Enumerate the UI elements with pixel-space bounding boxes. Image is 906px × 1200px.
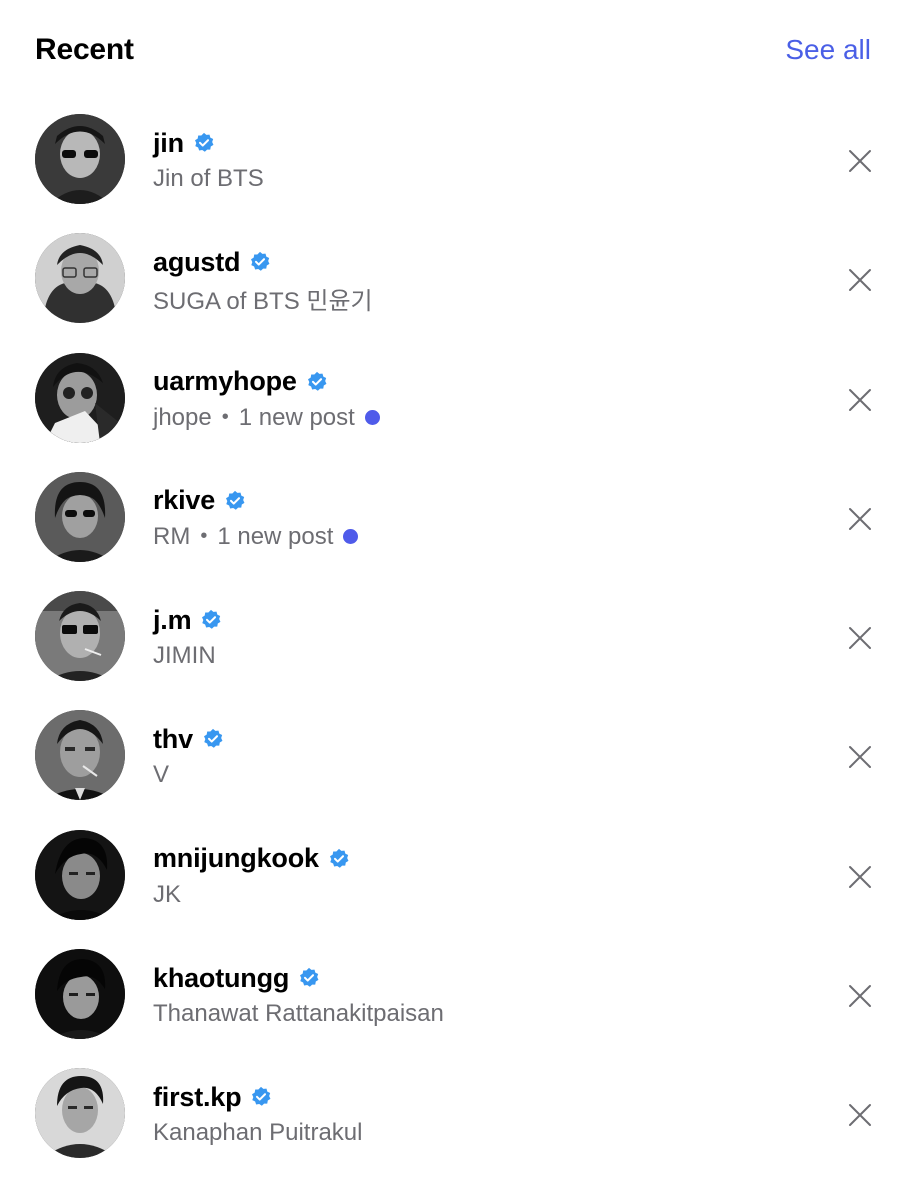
username: khaotungg [153,962,290,993]
display-name: Kanaphan Puitrakul [153,1119,363,1147]
display-name: RM [153,522,191,550]
close-icon[interactable] [848,1103,872,1127]
avatar[interactable] [35,352,125,443]
display-name: JIMIN [153,642,216,670]
close-icon[interactable] [848,626,872,650]
avatar[interactable] [35,591,125,682]
avatar[interactable] [35,233,125,324]
avatar[interactable] [35,114,125,204]
avatar[interactable] [35,829,125,920]
verified-badge-icon [226,490,245,510]
separator-dot: • [200,525,208,548]
new-post-text: 1 new post [217,522,334,550]
recent-account-row[interactable]: j.m JIMIN [0,577,906,696]
verified-badge-icon [300,967,319,987]
display-name: SUGA of BTS 민윤기 [153,287,373,315]
username: jin [153,127,184,158]
section-title: Recent [35,33,134,66]
recent-account-row[interactable]: khaotungg Thanawat Rattanakitpaisan [0,935,906,1054]
close-icon[interactable] [848,984,872,1008]
recent-account-row[interactable]: agustd SUGA of BTS 민윤기 [0,219,906,338]
close-icon[interactable] [848,149,872,173]
display-name: V [153,761,170,789]
username: uarmyhope [153,366,297,397]
verified-badge-icon [252,1087,271,1107]
display-name: JK [153,880,182,908]
close-icon[interactable] [848,268,872,292]
close-icon[interactable] [848,507,872,531]
recent-search-list: jin Jin of BTS agustd SUGA of BTS 민윤기 ua… [0,100,906,1174]
recent-account-row[interactable]: first.kp Kanaphan Puitrakul [0,1054,906,1173]
verified-badge-icon [202,610,221,629]
username: agustd [153,246,241,277]
recent-account-row[interactable]: mnijungkook JK [0,816,906,935]
see-all-button[interactable]: See all [785,30,871,70]
username: mnijungkook [153,843,319,874]
verified-badge-icon [329,848,349,868]
verified-badge-icon [203,729,223,749]
close-icon[interactable] [848,388,872,412]
recent-account-row[interactable]: uarmyhope jhope • 1 new post [0,339,906,458]
avatar[interactable] [35,1068,125,1159]
recent-account-row[interactable]: thv V [0,696,906,815]
username: thv [153,723,193,754]
new-post-indicator-icon [364,410,380,426]
close-icon[interactable] [848,865,872,889]
avatar[interactable] [35,949,125,1040]
username: j.m [153,604,192,635]
display-name: jhope [153,403,212,431]
avatar[interactable] [35,471,125,562]
verified-badge-icon [194,132,214,152]
verified-badge-icon [307,371,327,391]
recent-account-row[interactable]: rkive RM • 1 new post [0,458,906,577]
verified-badge-icon [251,252,270,272]
recent-header: Recent See all [0,0,906,100]
display-name: Thanawat Rattanakitpaisan [153,1000,444,1028]
username: rkive [153,485,216,516]
recent-account-row[interactable]: jin Jin of BTS [0,100,906,219]
display-name: Jin of BTS [153,165,264,192]
new-post-indicator-icon [343,529,359,545]
close-icon[interactable] [848,745,872,769]
new-post-text: 1 new post [238,403,355,431]
avatar[interactable] [35,710,125,801]
username: first.kp [153,1081,242,1112]
separator-dot: • [221,406,229,429]
